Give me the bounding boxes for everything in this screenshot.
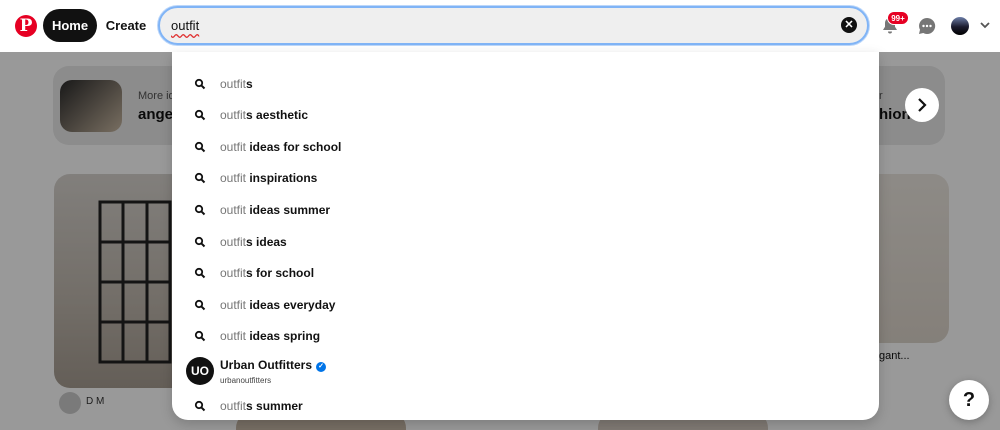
suggestion-item[interactable]: outfits summer [172,391,879,421]
search-icon [194,267,206,279]
suggestion-item[interactable]: outfits aesthetic [172,100,879,130]
suggestion-text: outfits ideas [220,235,287,249]
clear-search-icon[interactable]: ✕ [841,17,857,33]
search-icon [194,400,206,412]
help-button[interactable]: ? [949,380,989,420]
search-icon [194,236,206,248]
profile-name: Urban Outfitters ✓ [220,358,327,372]
profile-handle: urbanoutfitters [220,376,272,385]
urban-outfitters-logo: UO [186,357,214,385]
suggestion-text: outfit ideas summer [220,203,331,217]
suggestion-text: outfits for school [220,266,315,280]
search-icon [194,172,206,184]
carousel-next-button[interactable] [905,88,939,122]
suggestion-text: outfits summer [220,399,303,413]
search-icon [194,78,206,90]
suggestion-item[interactable]: outfits ideas [172,227,879,257]
search-icon [194,109,206,121]
notification-badge: 99+ [887,11,909,25]
search-icon [194,330,206,342]
chevron-down-icon[interactable] [979,19,991,31]
profile-suggestion[interactable]: UO Urban Outfitters ✓ urbanoutfitters [172,352,879,390]
suggestion-item[interactable]: outfits [172,69,879,99]
chat-icon[interactable] [917,16,937,36]
home-button[interactable]: Home [43,9,97,42]
suggestion-text: outfit ideas spring [220,329,321,343]
suggestion-item[interactable]: outfit ideas everyday [172,290,879,320]
pinterest-logo-icon[interactable]: P [15,15,37,37]
search-input-value: outfit [171,18,200,33]
top-bar: P Home Create outfit ✕ 99+ [0,0,1000,52]
suggestion-item[interactable]: outfits for school [172,258,879,288]
suggestion-item[interactable]: outfit ideas spring [172,321,879,351]
suggestion-text: outfit inspirations [220,171,318,185]
search-input[interactable]: outfit ✕ [158,6,869,45]
suggestion-item[interactable]: outfit inspirations [172,163,879,193]
suggestion-item[interactable]: outfit ideas summer [172,195,879,225]
search-icon [194,204,206,216]
suggestion-item[interactable]: outfit ideas for school [172,132,879,162]
search-icon [194,299,206,311]
search-icon [194,141,206,153]
suggestion-text: outfit ideas everyday [220,298,336,312]
create-button[interactable]: Create [104,9,148,42]
suggestion-text: outfits [220,77,253,91]
avatar[interactable] [951,17,969,35]
suggestion-text: outfit ideas for school [220,140,342,154]
search-suggestions-dropdown: outfits outfits aesthetic outfit ideas f… [172,52,879,420]
suggestion-text: outfits aesthetic [220,108,309,122]
verified-badge-icon: ✓ [316,362,327,372]
chevron-right-icon [918,98,927,112]
